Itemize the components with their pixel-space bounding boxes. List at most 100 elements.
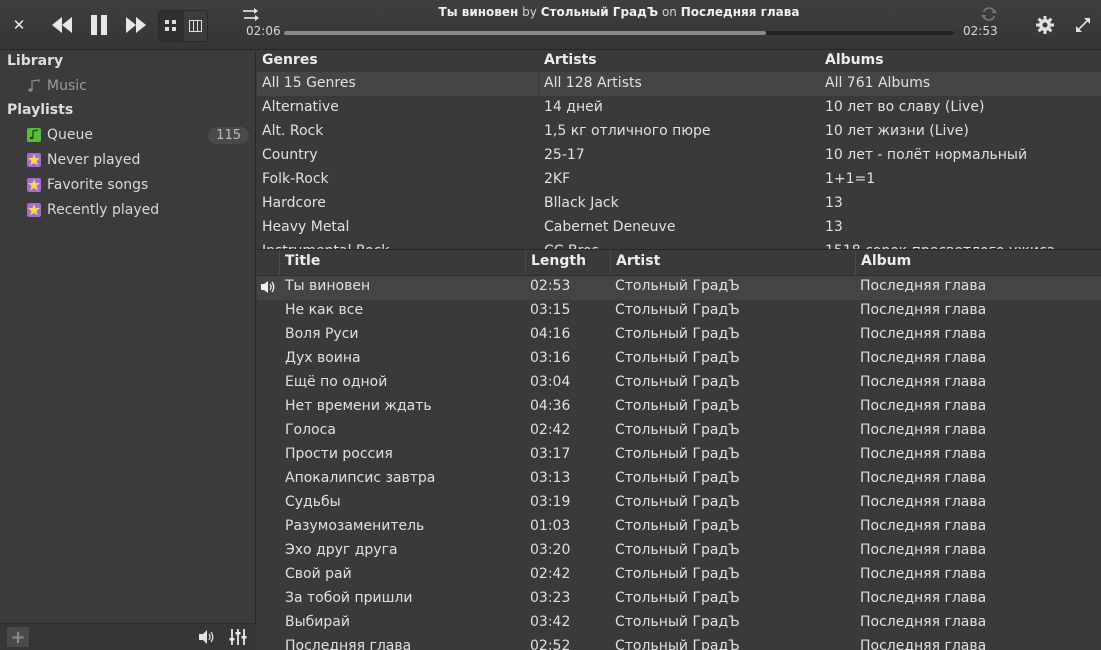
track-row[interactable]: Дух воина 03:16 Стольный ГрадЪ Последняя гл… xyxy=(257,348,1101,372)
sidebar-item-favorite-songs[interactable]: Favorite songs xyxy=(0,174,255,199)
track-artist: Стольный ГрадЪ xyxy=(615,374,740,390)
track-title: Выбирай xyxy=(285,614,350,630)
track-row[interactable]: Разумозаменитель 01:03 Стольный ГрадЪ После… xyxy=(257,516,1101,540)
artists-column: Artists All 128 Artists 14 дней 1,5 кг о… xyxy=(539,51,820,249)
track-title: Ещё по одной xyxy=(285,374,388,390)
albums-column-header[interactable]: Albums xyxy=(820,51,1101,72)
track-artist: Стольный ГрадЪ xyxy=(615,542,740,558)
track-row[interactable]: Голоса 02:42 Стольный ГрадЪ Последняя глава xyxy=(257,420,1101,444)
track-title: Ты виновен xyxy=(285,278,371,294)
header-bar: ✕ 02:06 Ты виновен by Стольный ГрадЪ on … xyxy=(0,0,1101,50)
genre-row[interactable]: Instrumental Rock xyxy=(257,240,538,249)
column-view-button[interactable] xyxy=(184,11,208,41)
title-column-header[interactable]: Title xyxy=(279,251,525,275)
grid-view-icon xyxy=(164,20,176,31)
album-row[interactable]: 10 лет - полёт нормальный xyxy=(820,144,1101,168)
fullscreen-button[interactable] xyxy=(1072,14,1094,36)
settings-button[interactable] xyxy=(1034,14,1056,36)
track-rows: Ты виновен 02:53 Стольный ГрадЪ Последняя г… xyxy=(257,276,1101,650)
column-browser: Genres All 15 Genres Alternative Alt. Ro… xyxy=(257,51,1101,250)
track-row[interactable]: Последняя глава 02:52 Стольный ГрадЪ Послед… xyxy=(257,636,1101,650)
track-row[interactable]: Свой рай 02:42 Стольный ГрадЪ Последняя гла… xyxy=(257,564,1101,588)
artist-row[interactable]: 2KF xyxy=(539,168,820,192)
track-row[interactable]: За тобой пришли 03:23 Стольный ГрадЪ Послед… xyxy=(257,588,1101,612)
genre-row[interactable]: Alt. Rock xyxy=(257,120,538,144)
artist-row[interactable]: Cabernet Deneuve xyxy=(539,216,820,240)
sidebar-footer: + xyxy=(0,623,256,650)
genre-row[interactable]: Alternative xyxy=(257,96,538,120)
seek-progress xyxy=(284,31,767,35)
track-title: Нет времени ждать xyxy=(285,398,432,414)
track-row[interactable]: Судьбы 03:19 Стольный ГрадЪ Последняя глава xyxy=(257,492,1101,516)
genre-row[interactable]: Heavy Metal xyxy=(257,216,538,240)
close-icon: ✕ xyxy=(12,16,26,34)
length-column-header[interactable]: Length xyxy=(525,251,610,275)
album-row[interactable]: All 761 Albums xyxy=(820,72,1101,96)
track-title: Прости россия xyxy=(285,446,393,462)
track-length: 03:23 xyxy=(530,590,571,606)
album-row[interactable]: 1+1=1 xyxy=(820,168,1101,192)
equalizer-button[interactable] xyxy=(229,628,247,646)
artist-row[interactable]: 1,5 кг отличного пюре xyxy=(539,120,820,144)
sidebar-item-music[interactable]: Music xyxy=(0,75,255,100)
artist-row[interactable]: 25-17 xyxy=(539,144,820,168)
add-icon: + xyxy=(10,626,26,648)
track-length: 02:52 xyxy=(530,638,571,650)
artists-column-header[interactable]: Artists xyxy=(539,51,820,72)
track-row[interactable]: Апокалипсис завтра 03:13 Стольный ГрадЪ Пос… xyxy=(257,468,1101,492)
smart-playlist-icon xyxy=(27,153,41,167)
album-row[interactable]: 10 лет во славу (Live) xyxy=(820,96,1101,120)
sidebar-item-queue[interactable]: Queue 115 xyxy=(0,124,255,149)
genre-row[interactable]: Folk-Rock xyxy=(257,168,538,192)
speaker-icon xyxy=(261,281,275,293)
shuffle-button[interactable] xyxy=(240,5,262,23)
next-button[interactable] xyxy=(121,12,151,38)
artist-row[interactable]: Bllack Jack xyxy=(539,192,820,216)
volume-button[interactable] xyxy=(198,629,216,645)
album-row[interactable]: 13 xyxy=(820,216,1101,240)
pause-icon xyxy=(91,15,107,35)
fullscreen-icon xyxy=(1076,18,1090,32)
add-playlist-button[interactable]: + xyxy=(7,626,29,648)
play-pause-button[interactable] xyxy=(86,11,112,39)
artist-row[interactable]: 14 дней xyxy=(539,96,820,120)
track-length: 04:16 xyxy=(530,326,571,342)
track-title: За тобой пришли xyxy=(285,590,413,606)
track-row[interactable]: Не как все 03:15 Стольный ГрадЪ Последняя г… xyxy=(257,300,1101,324)
seek-bar[interactable] xyxy=(284,31,954,35)
track-row[interactable]: Воля Руси 04:16 Стольный ГрадЪ Последняя гл… xyxy=(257,324,1101,348)
track-row[interactable]: Ещё по одной 03:04 Стольный ГрадЪ Последняя… xyxy=(257,372,1101,396)
track-length: 01:03 xyxy=(530,518,571,534)
track-album: Последняя глава xyxy=(860,374,987,390)
previous-button[interactable] xyxy=(47,12,77,38)
genre-row[interactable]: Hardcore xyxy=(257,192,538,216)
grid-view-button[interactable] xyxy=(159,11,184,41)
genre-row[interactable]: All 15 Genres xyxy=(257,72,538,96)
track-length: 02:42 xyxy=(530,422,571,438)
close-button[interactable]: ✕ xyxy=(6,12,32,38)
track-length: 02:42 xyxy=(530,566,571,582)
track-artist: Стольный ГрадЪ xyxy=(615,638,740,650)
track-row[interactable]: Прости россия 03:17 Стольный ГрадЪ Последня… xyxy=(257,444,1101,468)
genres-column-header[interactable]: Genres xyxy=(257,51,538,72)
track-row[interactable]: Эхо друг друга 03:20 Стольный ГрадЪ Последн… xyxy=(257,540,1101,564)
sidebar-item-recently-played[interactable]: Recently played xyxy=(0,199,255,224)
album-column-header[interactable]: Album xyxy=(855,251,1101,275)
artist-row[interactable]: All 128 Artists xyxy=(539,72,820,96)
repeat-button[interactable] xyxy=(978,5,1000,23)
album-row[interactable]: 10 лет жизни (Live) xyxy=(820,120,1101,144)
album-row[interactable]: 13 xyxy=(820,192,1101,216)
genre-row[interactable]: Country xyxy=(257,144,538,168)
previous-icon xyxy=(52,17,72,33)
track-album: Последняя глава xyxy=(860,302,987,318)
album-row[interactable]: 1518 сорок пресветлого ужиса xyxy=(820,240,1101,249)
track-row[interactable]: Нет времени ждать 04:36 Стольный ГрадЪ Посл… xyxy=(257,396,1101,420)
sidebar-item-never-played[interactable]: Never played xyxy=(0,149,255,174)
now-playing-title: Ты виновен xyxy=(438,5,519,19)
artist-column-header[interactable]: Artist xyxy=(610,251,855,275)
track-row[interactable]: Выбирай 03:42 Стольный ГрадЪ Последняя глав… xyxy=(257,612,1101,636)
artist-row[interactable]: CC Bros xyxy=(539,240,820,249)
track-album: Последняя глава xyxy=(860,422,987,438)
track-length: 03:13 xyxy=(530,470,571,486)
track-row[interactable]: Ты виновен 02:53 Стольный ГрадЪ Последняя г… xyxy=(257,276,1101,300)
